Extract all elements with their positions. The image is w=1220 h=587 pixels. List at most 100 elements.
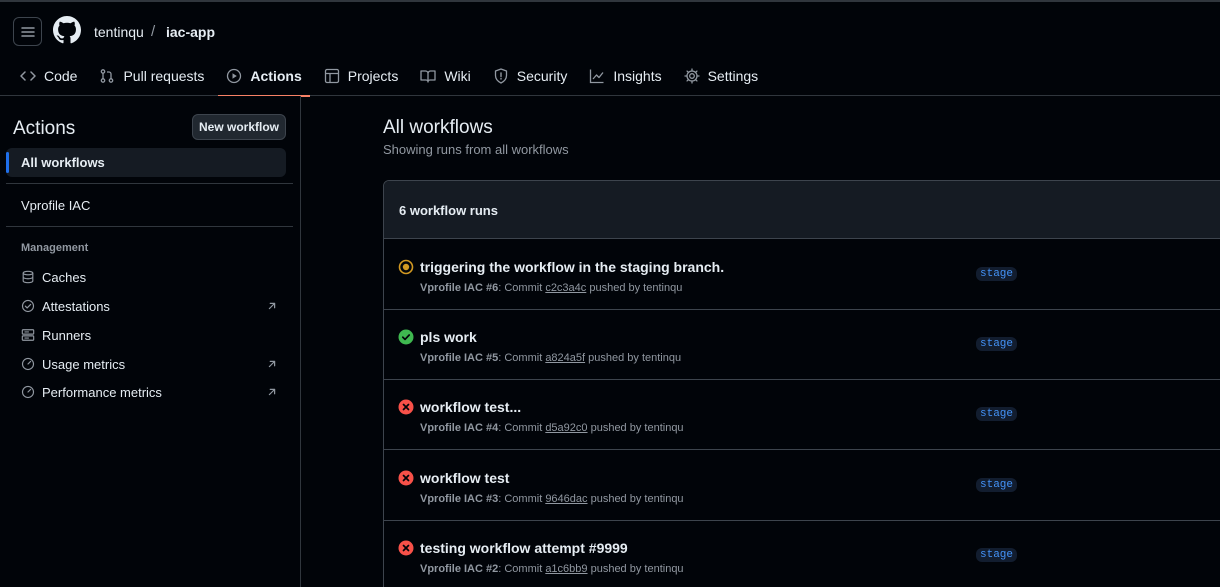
- tab-pull-requests[interactable]: Pull requests: [91, 56, 212, 96]
- graph-icon: [590, 69, 604, 84]
- repo-tabs: Code Pull requests Actions Projects Wiki…: [12, 56, 772, 97]
- run-title-link[interactable]: workflow test: [420, 470, 509, 486]
- commit-sha-link[interactable]: a824a5f: [545, 352, 585, 364]
- run-pushed-by: pushed by tentinqu: [587, 493, 684, 505]
- run-workflow-name: Vprofile IAC #2: [420, 563, 499, 575]
- run-workflow-name: Vprofile IAC #5: [420, 352, 499, 364]
- sidebar-item-vprofile-iac[interactable]: Vprofile IAC: [21, 198, 90, 213]
- table-icon: [324, 68, 339, 84]
- external-link-icon: [268, 302, 276, 310]
- tab-security[interactable]: Security: [485, 56, 576, 96]
- divider: [6, 183, 293, 184]
- runs-list-header: 6 workflow runs: [384, 181, 1220, 239]
- workflow-run-row[interactable]: pls work Vprofile IAC #5: Commit a824a5f…: [384, 310, 1220, 380]
- run-commit-label: : Commit: [498, 282, 546, 294]
- commit-sha-link[interactable]: 9646dac: [545, 493, 587, 505]
- repo-header: tentinqu / iac-app Code Pull requests Ac…: [0, 2, 1220, 97]
- pull-request-icon: [101, 69, 114, 83]
- run-pushed-by: pushed by tentinqu: [585, 352, 682, 364]
- divider: [6, 226, 293, 227]
- run-title-link[interactable]: triggering the workflow in the staging b…: [420, 259, 724, 275]
- run-meta: Vprofile IAC #6: Commit c2c3a4c pushed b…: [420, 282, 682, 294]
- gear-icon: [683, 68, 700, 84]
- check-circle-icon: [398, 329, 414, 345]
- run-workflow-name: Vprofile IAC #3: [420, 493, 499, 505]
- tab-label: Wiki: [444, 68, 471, 84]
- play-icon: [227, 68, 242, 84]
- new-workflow-button[interactable]: New workflow: [192, 114, 286, 140]
- in-progress-icon: [398, 259, 414, 275]
- run-workflow-name: Vprofile IAC #6: [420, 282, 499, 294]
- github-logo-icon[interactable]: [53, 16, 81, 44]
- tab-actions[interactable]: Actions: [218, 56, 311, 97]
- page-subtitle: Showing runs from all workflows: [383, 142, 569, 157]
- x-circle-icon: [398, 399, 414, 415]
- branch-badge[interactable]: stage: [976, 267, 1018, 281]
- workflow-run-row[interactable]: testing workflow attempt #9999 Vprofile …: [384, 521, 1220, 587]
- tab-wiki[interactable]: Wiki: [412, 56, 478, 96]
- branch-badge[interactable]: stage: [976, 407, 1018, 421]
- active-indicator: [6, 152, 9, 173]
- sidebar-item-label: Caches: [42, 269, 87, 285]
- tab-code[interactable]: Code: [12, 56, 85, 96]
- tab-projects[interactable]: Projects: [316, 56, 407, 96]
- run-workflow-name: Vprofile IAC #4: [420, 422, 499, 434]
- branch-badge[interactable]: stage: [976, 478, 1018, 492]
- run-title-link[interactable]: workflow test...: [420, 399, 521, 415]
- sidebar-item-label: Performance metrics: [42, 384, 162, 400]
- commit-sha-link[interactable]: d5a92c0: [545, 422, 587, 434]
- code-icon: [20, 71, 36, 81]
- external-link-icon: [268, 360, 276, 368]
- run-title-link[interactable]: testing workflow attempt #9999: [420, 540, 628, 556]
- meter-icon: [21, 385, 35, 399]
- path-separator: /: [151, 23, 156, 40]
- run-commit-label: : Commit: [498, 352, 546, 364]
- sidebar-item-usage-metrics[interactable]: Usage metrics: [21, 353, 279, 375]
- management-heading: Management: [21, 242, 89, 254]
- sidebar-item-label: All workflows: [21, 155, 105, 170]
- run-pushed-by: pushed by tentinqu: [587, 563, 684, 575]
- tab-settings[interactable]: Settings: [676, 56, 767, 96]
- branch-badge[interactable]: stage: [976, 337, 1018, 351]
- workflow-run-row[interactable]: workflow test... Vprofile IAC #4: Commit…: [384, 380, 1220, 450]
- x-circle-icon: [398, 540, 414, 556]
- server-icon: [21, 329, 35, 341]
- shield-icon: [494, 68, 507, 84]
- x-circle-icon: [398, 470, 414, 486]
- run-meta: Vprofile IAC #5: Commit a824a5f pushed b…: [420, 352, 681, 364]
- run-commit-label: : Commit: [498, 422, 546, 434]
- tab-label: Pull requests: [123, 68, 205, 84]
- sidebar-item-label: Attestations: [42, 298, 110, 314]
- menu-button[interactable]: [13, 17, 42, 46]
- book-icon: [420, 70, 436, 83]
- sidebar-item-all-workflows[interactable]: All workflows: [6, 148, 286, 177]
- commit-sha-link[interactable]: c2c3a4c: [545, 282, 586, 294]
- tab-label: Projects: [347, 68, 399, 84]
- sidebar-item-runners[interactable]: Runners: [21, 324, 279, 346]
- workflow-run-row[interactable]: workflow test Vprofile IAC #3: Commit 96…: [384, 451, 1220, 521]
- sidebar-item-attestations[interactable]: Attestations: [21, 295, 279, 317]
- commit-sha-link[interactable]: a1c6bb9: [545, 563, 587, 575]
- sidebar-item-caches[interactable]: Caches: [21, 266, 279, 288]
- workflow-runs-list: 6 workflow runs triggering the workflow …: [383, 180, 1220, 587]
- run-pushed-by: pushed by tentinqu: [587, 422, 684, 434]
- repo-name-link[interactable]: iac-app: [166, 24, 215, 40]
- page-title: All workflows: [383, 117, 493, 138]
- run-meta: Vprofile IAC #4: Commit d5a92c0 pushed b…: [420, 422, 684, 434]
- tab-insights[interactable]: Insights: [581, 56, 669, 96]
- sidebar-item-performance-metrics[interactable]: Performance metrics: [21, 381, 279, 403]
- tab-label: Code: [44, 68, 78, 84]
- hamburger-icon: [20, 26, 35, 37]
- database-icon: [22, 270, 34, 284]
- workflow-run-row[interactable]: triggering the workflow in the staging b…: [384, 240, 1220, 310]
- sidebar-item-label: Runners: [42, 327, 92, 343]
- runs-count: 6 workflow runs: [399, 203, 498, 218]
- run-commit-label: : Commit: [498, 493, 546, 505]
- sidebar-item-label: Usage metrics: [42, 356, 126, 372]
- run-meta: Vprofile IAC #2: Commit a1c6bb9 pushed b…: [420, 563, 684, 575]
- tab-label: Insights: [613, 68, 662, 84]
- repo-owner-link[interactable]: tentinqu: [94, 24, 144, 40]
- run-title-link[interactable]: pls work: [420, 329, 477, 345]
- branch-badge[interactable]: stage: [976, 548, 1018, 562]
- verified-icon: [21, 299, 35, 313]
